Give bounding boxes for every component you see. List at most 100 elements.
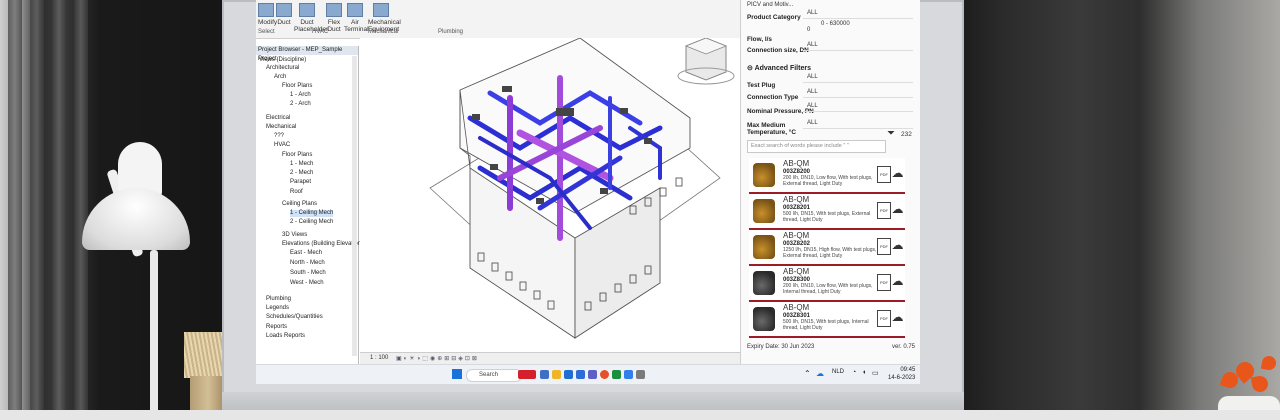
ribbon-toolbar: Modify Duct Duct Placeholder Flex Duct A… bbox=[256, 0, 740, 39]
3d-viewport[interactable] bbox=[360, 37, 740, 352]
battery-icon[interactable]: ▭ bbox=[872, 369, 879, 377]
product-description: 1250 l/h, DN15, High flow, With test plu… bbox=[783, 247, 877, 259]
tree-item[interactable]: North - Mech bbox=[290, 260, 325, 267]
tree-item[interactable]: Ceiling Plans bbox=[282, 201, 317, 208]
tree-item-selected[interactable]: 1 - Ceiling Mech bbox=[290, 210, 334, 217]
tree-item[interactable]: 2 - Ceiling Mech bbox=[290, 219, 333, 226]
flow-range-value[interactable]: 0 - 630000 bbox=[821, 21, 850, 27]
product-description: 500 l/h, DN15, With test plugs, External… bbox=[783, 211, 871, 223]
tree-item[interactable]: Mechanical bbox=[266, 124, 296, 131]
valve-image bbox=[753, 199, 775, 223]
view-control-icons[interactable]: ▣◐☀◑⬚◉⊕⊞⊟◈⊡⊠ bbox=[396, 355, 479, 362]
window-blind bbox=[8, 0, 22, 420]
panel-footer: Expiry Date: 30 Jun 2023 ver. 0.75 bbox=[747, 344, 915, 350]
clock[interactable]: 09:45 14-6-2023 bbox=[888, 366, 915, 382]
collapse-icon: ⊝ bbox=[747, 65, 753, 72]
tree-item[interactable]: 1 - Mech bbox=[290, 161, 313, 168]
tree-item[interactable]: Parapet bbox=[290, 179, 311, 186]
flex-duct-icon bbox=[326, 3, 342, 17]
filter-icon[interactable]: ⏷ bbox=[887, 128, 895, 139]
connection-type-select[interactable] bbox=[803, 88, 913, 98]
datasheet-icon[interactable]: PDF bbox=[877, 274, 891, 291]
product-category-select[interactable] bbox=[803, 9, 913, 19]
photo-scene: Modify Duct Duct Placeholder Flex Duct A… bbox=[0, 0, 1280, 420]
tree-item[interactable]: Architectural bbox=[266, 65, 299, 72]
download-cloud-icon[interactable]: ☁ bbox=[891, 274, 904, 289]
product-card[interactable]: AB-QM 003Z8202 1250 l/h, DN15, High flow… bbox=[749, 230, 905, 266]
app-icon[interactable] bbox=[624, 370, 633, 379]
download-cloud-icon[interactable]: ☁ bbox=[891, 310, 904, 325]
test-plug-select[interactable] bbox=[803, 73, 913, 83]
modify-tool[interactable]: Modify bbox=[258, 3, 277, 26]
tree-item[interactable]: Roof bbox=[290, 189, 303, 196]
tree-item[interactable]: ??? bbox=[274, 133, 284, 140]
tree-item[interactable]: East - Mech bbox=[290, 250, 322, 257]
tree-item[interactable]: 2 - Mech bbox=[290, 170, 313, 177]
flow-min-input[interactable]: 0 bbox=[807, 27, 810, 33]
app-icon[interactable] bbox=[564, 370, 573, 379]
app-icon[interactable] bbox=[540, 370, 549, 379]
download-cloud-icon[interactable]: ☁ bbox=[891, 202, 904, 217]
tray-chevron-icon[interactable]: ⌃ bbox=[804, 369, 811, 378]
start-icon[interactable] bbox=[452, 369, 462, 379]
result-count: 232 bbox=[901, 131, 912, 138]
tree-item[interactable]: Elevations (Building Elevation) bbox=[282, 241, 363, 248]
tree-item[interactable]: Reports bbox=[266, 324, 287, 331]
file-explorer-icon[interactable] bbox=[552, 370, 561, 379]
tree-item[interactable]: Loads Reports bbox=[266, 333, 305, 340]
wifi-icon[interactable]: ◔ bbox=[852, 369, 856, 376]
advanced-filters-toggle[interactable]: ⊝ Advanced Filters bbox=[747, 64, 811, 72]
product-search-input[interactable]: Exact search of words please include " " bbox=[747, 140, 886, 153]
download-cloud-icon[interactable]: ☁ bbox=[891, 238, 904, 253]
nominal-pressure-select[interactable] bbox=[803, 102, 913, 112]
teams-icon[interactable] bbox=[588, 370, 597, 379]
datasheet-icon[interactable]: PDF bbox=[877, 238, 891, 255]
taskbar-search[interactable]: Search bbox=[466, 369, 522, 382]
danfoss-app-icon[interactable] bbox=[518, 370, 536, 379]
datasheet-icon[interactable]: PDF bbox=[877, 166, 891, 183]
monitor-screen: Modify Duct Duct Placeholder Flex Duct A… bbox=[256, 0, 920, 384]
product-card[interactable]: AB-QM 003Z8200 200 l/h, DN10, Low flow, … bbox=[749, 158, 905, 194]
product-brand: AB-QM bbox=[783, 159, 810, 168]
tree-item[interactable]: Floor Plans bbox=[282, 83, 312, 90]
datasheet-icon[interactable]: PDF bbox=[877, 310, 891, 327]
tree-item[interactable]: West - Mech bbox=[290, 280, 324, 287]
filter-label: Product Category bbox=[747, 14, 801, 21]
language-indicator[interactable]: NLD bbox=[832, 369, 844, 375]
browser-scrollbar[interactable] bbox=[352, 56, 357, 356]
max-temperature-select[interactable] bbox=[803, 119, 913, 129]
volume-icon[interactable]: ◖ bbox=[862, 369, 866, 376]
tree-item[interactable]: 2 - Arch bbox=[290, 101, 311, 108]
project-browser: Project Browser - MEP_Sample Project Vie… bbox=[256, 46, 363, 364]
product-card[interactable]: AB-QM 003Z8301 500 l/h, DN15, With test … bbox=[749, 302, 905, 338]
ribbon-group-label: Plumbing bbox=[438, 29, 464, 35]
tree-item[interactable]: South - Mech bbox=[290, 270, 326, 277]
product-card[interactable]: AB-QM 003Z8300 200 l/h, DN10, Low flow, … bbox=[749, 266, 905, 302]
tree-item[interactable]: Floor Plans bbox=[282, 152, 312, 159]
tree-item[interactable]: Schedules/Quantities bbox=[266, 314, 323, 321]
tree-item[interactable]: HVAC bbox=[274, 142, 290, 149]
view-scale[interactable]: 1 : 100 bbox=[370, 355, 388, 361]
filter-label: Flow, l/s bbox=[747, 36, 772, 43]
duct-tool[interactable]: Duct bbox=[276, 3, 292, 26]
ribbon-group-label: HVAC bbox=[312, 29, 329, 35]
onedrive-icon[interactable]: ☁ bbox=[816, 369, 824, 378]
flex-duct-tool[interactable]: Flex Duct bbox=[326, 3, 342, 33]
tree-item[interactable]: Arch bbox=[274, 74, 286, 81]
chrome-icon[interactable] bbox=[600, 370, 609, 379]
app-icon[interactable] bbox=[636, 370, 645, 379]
tree-item[interactable]: Views (Discipline) bbox=[259, 57, 306, 64]
tree-item[interactable]: 3D Views bbox=[282, 232, 307, 239]
tree-item[interactable]: Legends bbox=[266, 305, 289, 312]
product-card[interactable]: AB-QM 003Z8201 500 l/h, DN15, With test … bbox=[749, 194, 905, 230]
air-terminal-tool[interactable]: Air Terminal bbox=[344, 3, 369, 33]
outlook-icon[interactable] bbox=[576, 370, 585, 379]
tree-item[interactable]: Electrical bbox=[266, 115, 290, 122]
tree-item[interactable]: 1 - Arch bbox=[290, 92, 311, 99]
tree-item[interactable]: Plumbing bbox=[266, 296, 291, 303]
datasheet-icon[interactable]: PDF bbox=[877, 202, 891, 219]
app-icon[interactable] bbox=[612, 370, 621, 379]
filter-value: ALL bbox=[807, 103, 818, 109]
download-cloud-icon[interactable]: ☁ bbox=[891, 166, 904, 181]
connection-size-select[interactable] bbox=[803, 41, 913, 51]
